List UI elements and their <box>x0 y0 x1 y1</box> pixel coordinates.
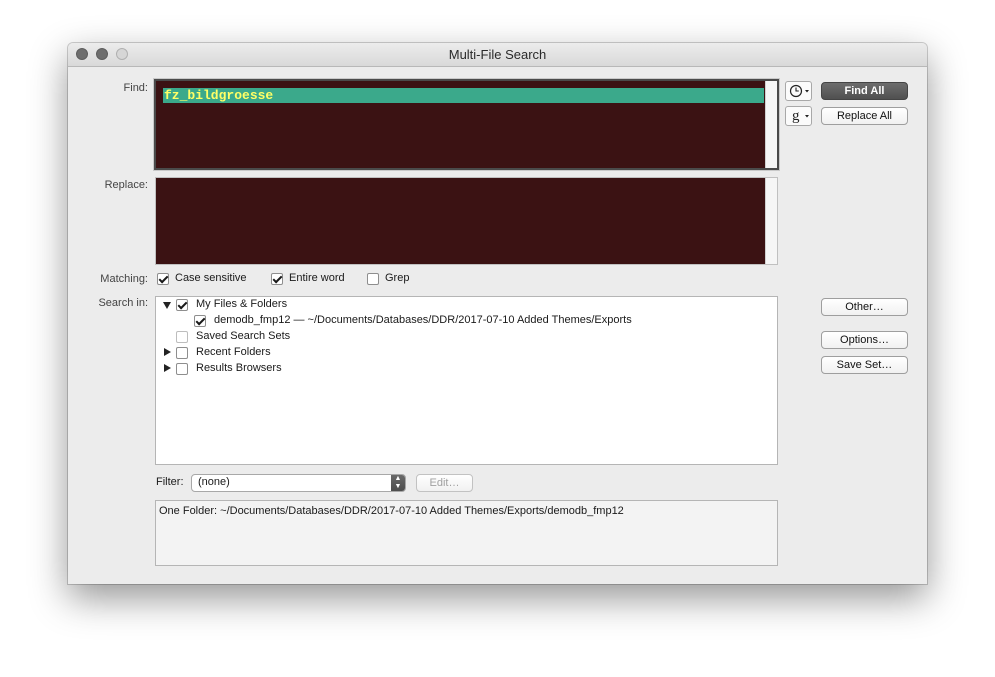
case-sensitive-label: Case sensitive <box>175 272 247 284</box>
find-all-button[interactable]: Find All <box>821 82 908 100</box>
window-title: Multi-File Search <box>448 47 547 62</box>
find-field-text: fz_bildgroesse <box>163 88 764 103</box>
grep-patterns-button[interactable]: g <box>785 106 812 126</box>
disclosure-collapsed-icon[interactable] <box>164 364 171 372</box>
up-down-arrows-icon: ▲ ▼ <box>391 475 405 491</box>
results-browsers-checkbox[interactable] <box>176 363 188 375</box>
saved-search-sets-checkbox[interactable] <box>176 331 188 343</box>
search-in-item-demodb-fmp12[interactable]: demodb_fmp12 — ~/Documents/Databases/DDR… <box>214 314 632 326</box>
demodb-fmp12-checkbox[interactable] <box>194 315 206 327</box>
filter-label: Filter: <box>156 476 184 488</box>
search-history-button[interactable] <box>785 81 812 101</box>
replace-field[interactable] <box>155 177 778 265</box>
find-label: Find: <box>123 82 148 94</box>
entire-word-label: Entire word <box>289 272 345 284</box>
other-button[interactable]: Other… <box>821 298 908 316</box>
find-field-scrollbar[interactable] <box>765 81 777 168</box>
search-in-item-recent-folders[interactable]: Recent Folders <box>196 346 271 358</box>
search-in-item-my-files-folders[interactable]: My Files & Folders <box>196 298 287 310</box>
search-in-item-saved-search-sets[interactable]: Saved Search Sets <box>196 330 290 342</box>
edit-filter-button[interactable]: Edit… <box>416 474 473 492</box>
filter-popup[interactable]: (none) ▲ ▼ <box>191 474 406 492</box>
find-field[interactable]: fz_bildgroesse <box>154 79 779 170</box>
search-in-item-results-browsers[interactable]: Results Browsers <box>196 362 282 374</box>
replace-label: Replace: <box>104 179 148 191</box>
filter-popup-value: (none) <box>198 476 230 488</box>
entire-word-checkbox[interactable] <box>271 273 283 285</box>
replace-all-button[interactable]: Replace All <box>821 107 908 125</box>
disclosure-expanded-icon[interactable] <box>163 302 171 309</box>
search-summary-text: One Folder: ~/Documents/Databases/DDR/20… <box>159 505 624 517</box>
recent-folders-checkbox[interactable] <box>176 347 188 359</box>
search-in-label: Search in: <box>98 297 148 309</box>
my-files-folders-checkbox[interactable] <box>176 299 188 311</box>
case-sensitive-checkbox[interactable] <box>157 273 169 285</box>
options-button[interactable]: Options… <box>821 331 908 349</box>
grep-checkbox[interactable] <box>367 273 379 285</box>
replace-field-scrollbar[interactable] <box>765 178 777 264</box>
clock-icon <box>789 84 809 98</box>
multi-file-search-window: Multi-File Search Find: fz_bildgroesse g… <box>68 43 927 584</box>
grep-label: Grep <box>385 272 410 284</box>
search-summary-box: One Folder: ~/Documents/Databases/DDR/20… <box>155 500 778 566</box>
matching-label: Matching: <box>100 273 148 285</box>
chevron-down-icon <box>805 115 809 118</box>
title-bar[interactable]: Multi-File Search <box>68 43 927 67</box>
save-set-button[interactable]: Save Set… <box>821 356 908 374</box>
search-in-list[interactable]: My Files & Folders demodb_fmp12 — ~/Docu… <box>155 296 778 465</box>
disclosure-collapsed-icon[interactable] <box>164 348 171 356</box>
